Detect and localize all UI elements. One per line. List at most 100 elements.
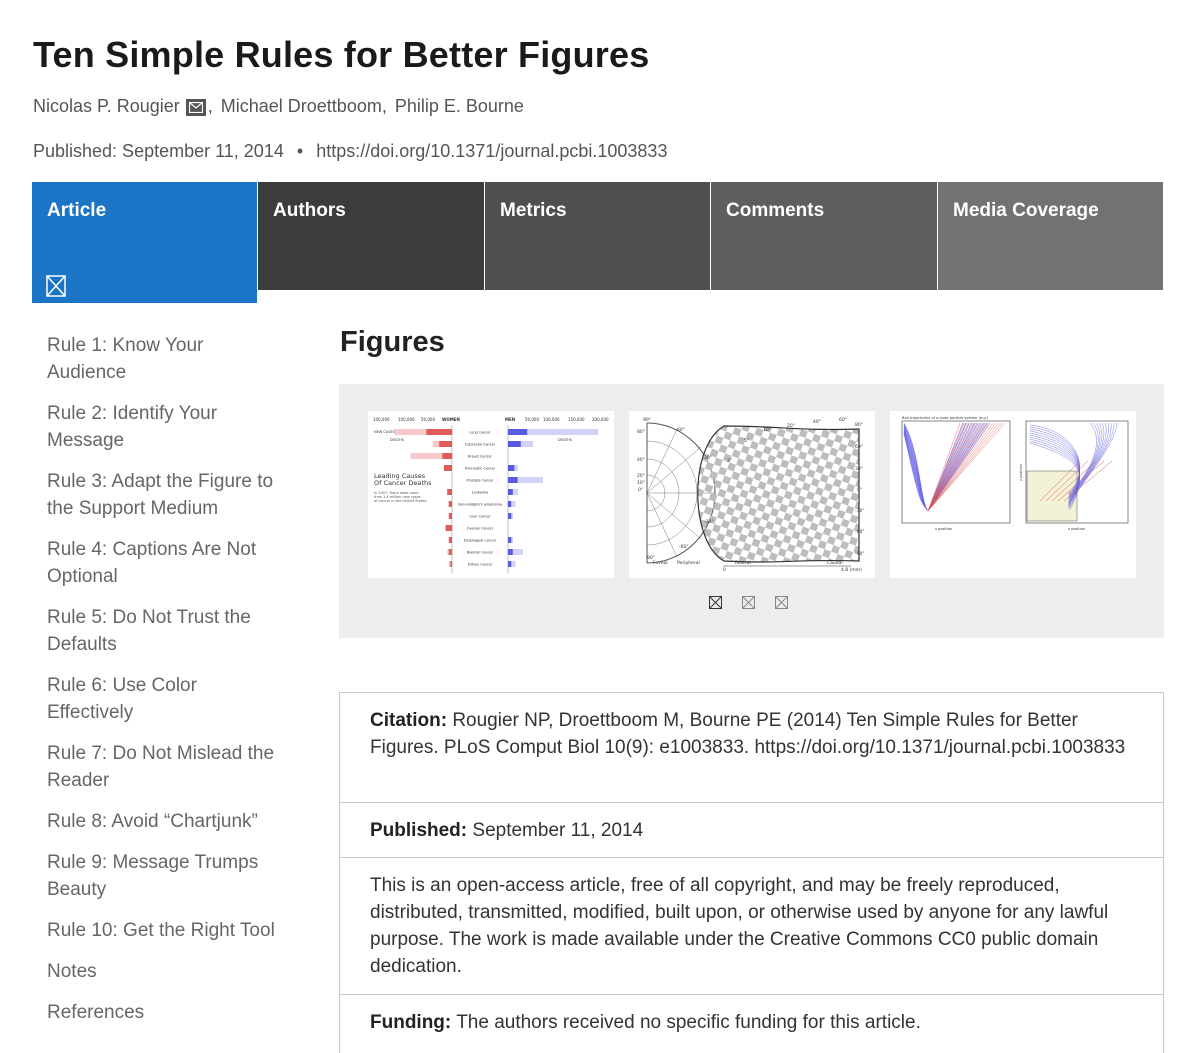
mail-icon[interactable] [185, 99, 206, 116]
cancer-label: Liver Cancer [469, 515, 491, 519]
cancer-label: Prostate Cancer [467, 479, 495, 483]
cancer-label: Lung Cancer [469, 431, 491, 435]
women-deaths-bar [439, 441, 452, 447]
cancer-label: Kidney Cancer [468, 563, 493, 567]
cancer-label: Ovarian Cancer [467, 527, 494, 531]
nav-item-rule-5[interactable]: Rule 5: Do Not Trust the Defaults [47, 604, 277, 658]
nav-item-notes[interactable]: Notes [47, 958, 277, 985]
nav-item-rule-3[interactable]: Rule 3: Adapt the Figure to the Support … [47, 468, 277, 522]
nav-item-rule-6[interactable]: Rule 6: Use Color Effectively [47, 672, 277, 726]
nav-item-references[interactable]: References [47, 999, 277, 1026]
cancer-label: Breast Cancer [468, 455, 493, 459]
tab-metrics[interactable]: Metrics [485, 182, 711, 290]
women-deaths-bar [442, 453, 452, 459]
fig2-tick: 0° [857, 487, 862, 493]
women-deaths-bar [445, 525, 452, 531]
fig2-tick: 60° [855, 444, 863, 450]
fig1-tick: 100,000 [373, 417, 390, 422]
retinotopy-figure: 80° 60° 40° 20° 10° 0° 90° -60° -30° 30°… [637, 417, 865, 573]
nav-item-rule-7[interactable]: Rule 7: Do Not Mislead the Reader [47, 740, 277, 794]
fig2-tick: -60° [855, 529, 865, 535]
nav-item-rule-2[interactable]: Rule 2: Identify Your Message [47, 400, 277, 454]
figure-carousel: 100,000 100,000 50,000 WOMEN MEN 50,000 … [339, 384, 1164, 638]
women-deaths-bar [444, 465, 452, 471]
women-deaths-bar [447, 489, 452, 495]
fig1-tick: 50,000 [525, 417, 539, 422]
article-info-box: Citation: Rougier NP, Droettboom M, Bour… [339, 692, 1164, 1053]
fig2-tick: 30° [704, 455, 712, 461]
fig1-women-label: WOMEN [442, 417, 460, 422]
fig2-peripheral: Peripheral [677, 560, 700, 566]
fig1-tick: 150,000 [568, 417, 585, 422]
broken-image-icon[interactable] [775, 596, 788, 609]
tab-article[interactable]: Article [32, 182, 258, 303]
carousel-pager [709, 596, 788, 609]
fig2-tick: 40° [813, 419, 821, 425]
fig2-angle: 5° [744, 438, 749, 444]
fig2-tick: 80° [855, 422, 863, 428]
men-deaths-bar [508, 537, 512, 543]
nav-item-rule-1[interactable]: Rule 1: Know Your Audience [47, 332, 277, 386]
tab-media-coverage[interactable]: Media Coverage [938, 182, 1163, 290]
fig2-tick: 20° [637, 473, 645, 479]
fig3-title: Ball trajectories of a close particle sy… [902, 416, 989, 420]
figure-thumbnail-2[interactable]: 80° 60° 40° 20° 10° 0° 90° -60° -30° 30°… [629, 411, 875, 578]
fig2-scale-start: 0 [723, 567, 726, 573]
fig2-tick: -30° [704, 519, 714, 525]
article-title: Ten Simple Rules for Better Figures [33, 34, 650, 75]
men-deaths-bar [508, 465, 515, 471]
doi-link[interactable]: https://doi.org/10.1371/journal.pcbi.100… [316, 141, 667, 161]
fig1-tick: 200,000 [592, 417, 609, 422]
tab-label: Authors [273, 200, 346, 221]
fig2-tick: 20° [787, 423, 795, 429]
figure-thumbnail-1[interactable]: 100,000 100,000 50,000 WOMEN MEN 50,000 … [368, 411, 614, 578]
cancer-label: Pancreatic Cancer [465, 467, 496, 471]
funding-text: The authors received no specific funding… [456, 1012, 921, 1033]
fig1-caption-title: Leading Causes Of Cancer Deaths [374, 472, 432, 487]
fig3-ylabel: y position [1019, 464, 1023, 481]
men-deaths-bar [508, 477, 518, 483]
tab-comments[interactable]: Comments [711, 182, 938, 290]
author-list: Nicolas P. Rougier , Michael Droettboom … [33, 96, 524, 117]
fig1-tick: 100,000 [398, 417, 415, 422]
fig2-tick: 80° [637, 429, 645, 435]
nav-item-rule-9[interactable]: Rule 9: Message Trumps Beauty [47, 849, 277, 903]
women-deaths-bar [448, 513, 452, 519]
men-deaths-bar [508, 513, 512, 519]
author-link[interactable]: Philip E. Bourne [395, 96, 524, 117]
tab-label: Comments [726, 200, 825, 221]
nav-item-rule-4[interactable]: Rule 4: Captions Are Not Optional [47, 536, 277, 590]
broken-image-icon[interactable] [709, 596, 722, 609]
figure-thumbnail-3[interactable]: Ball trajectories of a close particle sy… [890, 411, 1136, 578]
funding-row: Funding: The authors received no specifi… [340, 995, 1163, 1053]
men-deaths-bar [508, 501, 512, 507]
fig1-legend-new: NEW CASES [374, 430, 396, 434]
cancer-label: Esophageal Cancer [464, 539, 497, 543]
trajectories-figure: Ball trajectories of a close particle sy… [901, 416, 1129, 531]
license-row: This is an open-access article, free of … [340, 858, 1163, 995]
separator: • [296, 141, 304, 161]
fig2-tick: 10° [637, 480, 645, 486]
men-deaths-bar [508, 561, 512, 567]
fig2-rostral: Rostral [735, 560, 751, 566]
fig2-tick: -90° [855, 551, 865, 557]
citation-text: Rougier NP, Droettboom M, Bourne PE (201… [370, 710, 1126, 758]
tab-label: Metrics [500, 200, 567, 221]
figures-heading: Figures [340, 326, 445, 358]
cancer-deaths-figure: 100,000 100,000 50,000 WOMEN MEN 50,000 … [373, 417, 609, 573]
tab-authors[interactable]: Authors [258, 182, 485, 290]
nav-item-rule-10[interactable]: Rule 10: Get the Right Tool [47, 917, 277, 944]
fig1-men-label: MEN [505, 417, 515, 422]
section-nav: Rule 1: Know Your Audience Rule 2: Ident… [47, 332, 277, 1040]
author-link[interactable]: Nicolas P. Rougier [33, 96, 180, 117]
nav-item-rule-8[interactable]: Rule 8: Avoid “Chartjunk” [47, 808, 277, 835]
broken-image-icon[interactable] [742, 596, 755, 609]
broken-image-icon [46, 275, 66, 297]
fig2-tick: -60° [679, 544, 689, 550]
fig1-legend-deaths: DEATHS [558, 438, 573, 442]
author-link[interactable]: Michael Droettboom [221, 96, 382, 117]
fig2-tick: 90° [643, 417, 651, 423]
published-text: September 11, 2014 [472, 820, 644, 841]
fig1-tick: 100,000 [543, 417, 560, 422]
fig2-tick: 40° [637, 457, 645, 463]
